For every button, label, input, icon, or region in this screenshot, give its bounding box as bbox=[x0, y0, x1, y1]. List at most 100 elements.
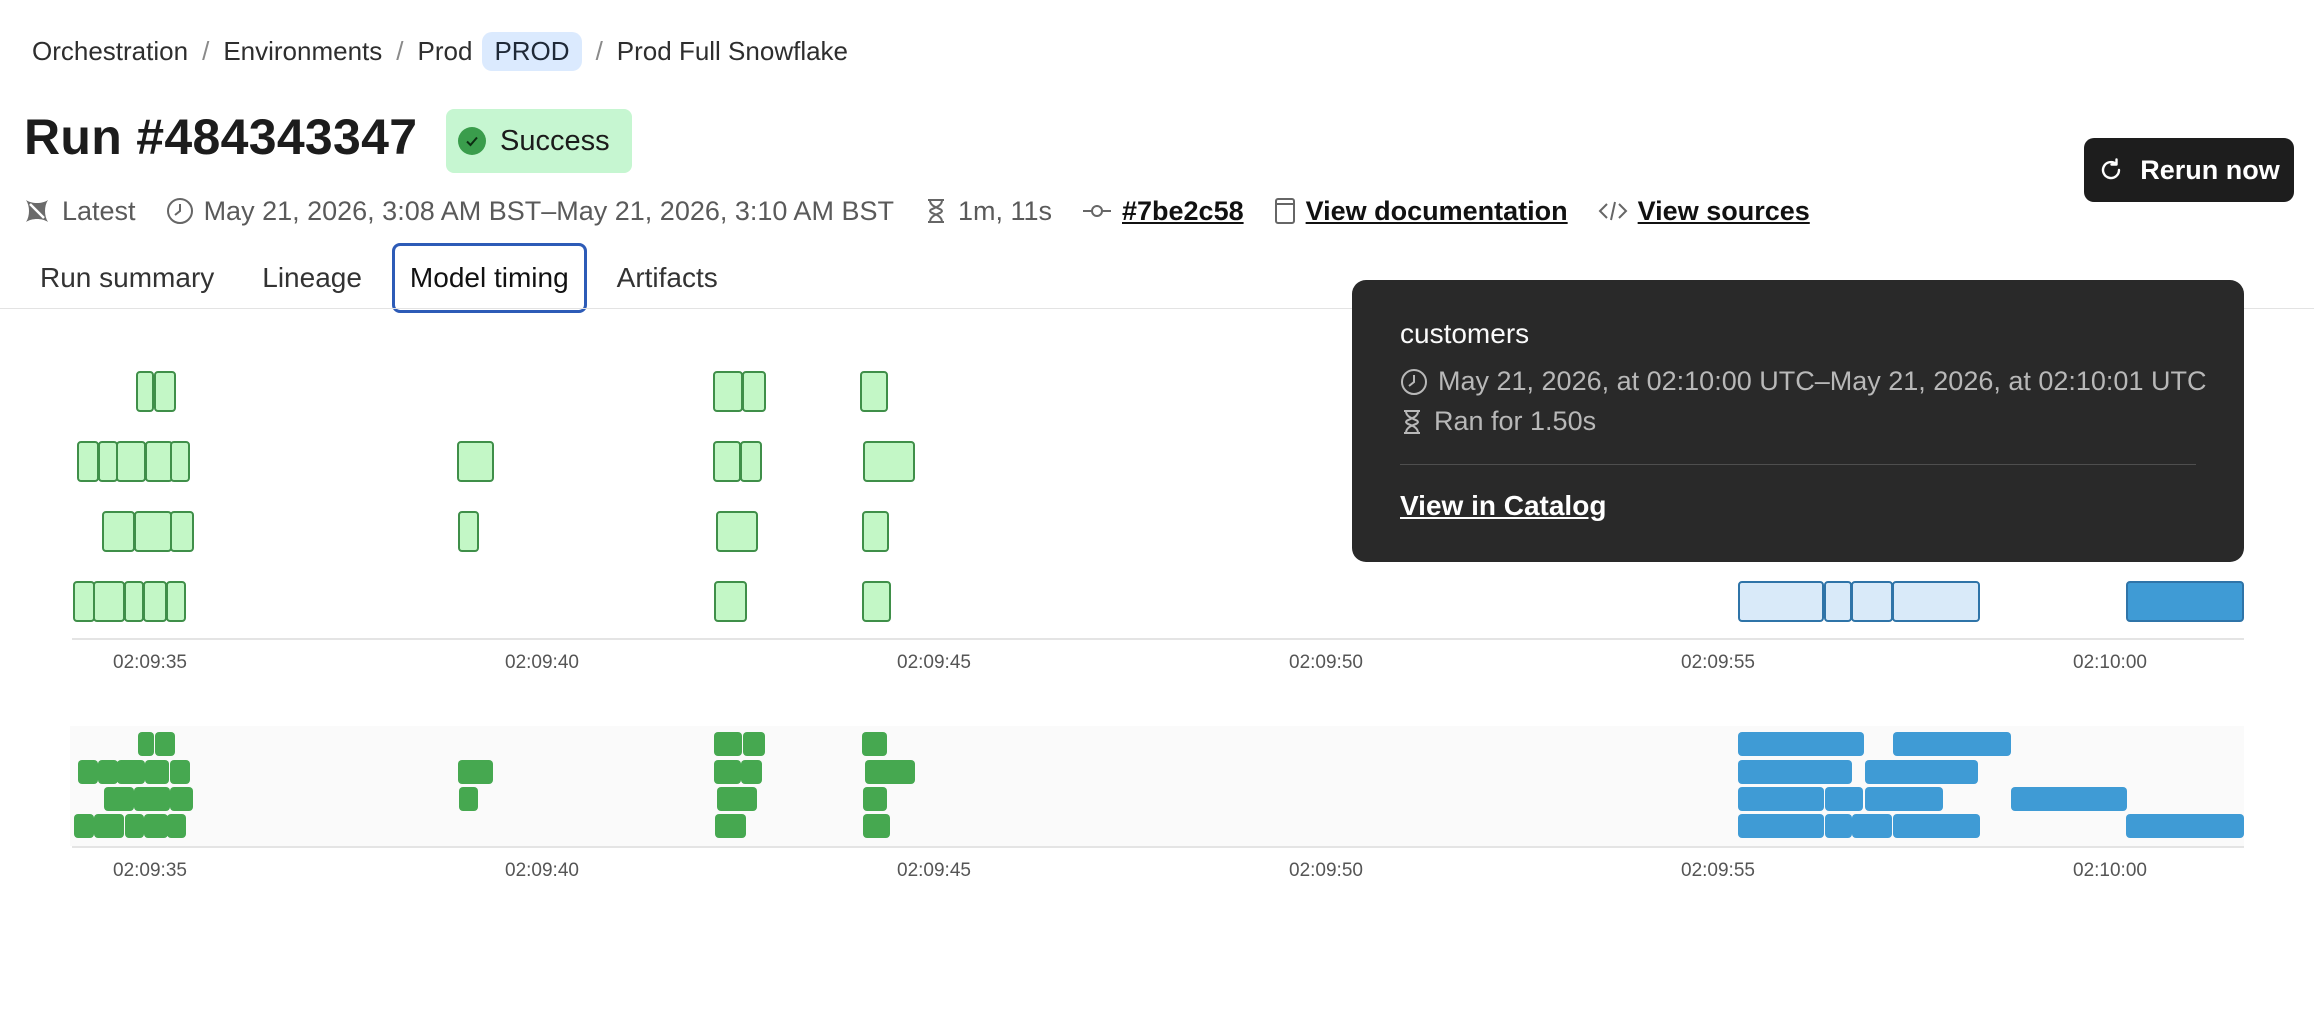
model-bar[interactable] bbox=[862, 581, 891, 622]
model-bar[interactable] bbox=[860, 371, 888, 412]
model-bar[interactable] bbox=[143, 581, 167, 622]
model-bar[interactable] bbox=[863, 441, 915, 482]
overview-bar bbox=[717, 787, 757, 811]
overview-bar bbox=[863, 787, 887, 811]
model-bar[interactable] bbox=[166, 581, 186, 622]
model-bar[interactable] bbox=[134, 511, 172, 552]
tooltip-duration: Ran for 1.50s bbox=[1400, 406, 1596, 437]
view-in-catalog-link[interactable]: View in Catalog bbox=[1400, 490, 1606, 522]
tooltip-duration-text: Ran for 1.50s bbox=[1434, 406, 1597, 436]
overview-bar bbox=[74, 814, 94, 838]
rerun-label: Rerun now bbox=[2140, 154, 2280, 185]
overview-bar bbox=[743, 732, 765, 756]
clock-icon bbox=[1401, 368, 1427, 395]
status-text: Success bbox=[500, 124, 610, 157]
axis-tick-label: 02:09:35 bbox=[113, 652, 187, 673]
overview-bar bbox=[714, 732, 742, 756]
axis-tick-label: 02:09:40 bbox=[505, 860, 579, 881]
axis-tick-label: 02:10:00 bbox=[2073, 860, 2147, 881]
breadcrumb-separator: / bbox=[396, 35, 404, 66]
overview-bar bbox=[104, 787, 134, 811]
model-bar[interactable] bbox=[714, 581, 747, 622]
overview-bar bbox=[1865, 760, 1978, 784]
overview-bar bbox=[865, 760, 915, 784]
breadcrumb-separator: / bbox=[595, 35, 603, 66]
version-item: Latest bbox=[22, 196, 136, 227]
model-bar[interactable] bbox=[713, 441, 741, 482]
overview-bar bbox=[170, 760, 190, 784]
model-bar[interactable] bbox=[154, 371, 176, 412]
clock-icon bbox=[166, 198, 193, 224]
tab-lineage[interactable]: Lineage bbox=[244, 246, 380, 310]
tab-model-timing[interactable]: Model timing bbox=[391, 243, 587, 313]
commit-icon bbox=[1083, 205, 1111, 217]
duration-item: 1m, 11s bbox=[924, 196, 1052, 227]
model-bar[interactable] bbox=[716, 511, 758, 552]
model-bar[interactable] bbox=[102, 511, 135, 552]
view-sources-link[interactable]: View sources bbox=[1638, 196, 1810, 227]
overview-bar bbox=[125, 814, 144, 838]
overview-bar bbox=[741, 760, 762, 784]
tab-run-summary[interactable]: Run summary bbox=[22, 246, 232, 310]
commit-link[interactable]: #7be2c58 bbox=[1122, 196, 1244, 227]
axis-tick-label: 02:10:00 bbox=[2073, 652, 2147, 673]
model-bar[interactable] bbox=[457, 441, 494, 482]
check-circle-icon bbox=[458, 127, 486, 155]
model-bar[interactable] bbox=[170, 441, 190, 482]
model-bar[interactable] bbox=[136, 371, 154, 412]
axis-tick-label: 02:09:40 bbox=[505, 652, 579, 673]
model-bar[interactable] bbox=[862, 511, 889, 552]
tooltip-time-range: May 21, 2026, at 02:10:00 UTC–May 21, 20… bbox=[1438, 366, 2207, 396]
breadcrumb-prod[interactable]: Prod bbox=[418, 36, 473, 67]
model-bar[interactable] bbox=[740, 441, 762, 482]
hourglass-icon bbox=[927, 199, 944, 223]
time-range: May 21, 2026, 3:08 AM BST–May 21, 2026, … bbox=[203, 195, 894, 226]
hourglass-icon bbox=[1404, 409, 1420, 434]
model-bar[interactable] bbox=[458, 511, 479, 552]
tooltip-time: May 21, 2026, at 02:10:00 UTC–May 21, 20… bbox=[1400, 366, 2206, 397]
breadcrumb-orchestration[interactable]: Orchestration bbox=[32, 36, 188, 67]
model-bar[interactable] bbox=[713, 371, 743, 412]
overview-bar bbox=[1852, 814, 1892, 838]
overview-bar bbox=[144, 814, 168, 838]
model-bar[interactable] bbox=[98, 441, 118, 482]
docs-item: View documentation bbox=[1274, 196, 1568, 227]
breadcrumb-separator: / bbox=[202, 35, 210, 66]
overview-bar bbox=[145, 760, 169, 784]
view-documentation-link[interactable]: View documentation bbox=[1306, 196, 1568, 227]
model-bar[interactable] bbox=[1824, 581, 1852, 622]
overview-bar bbox=[1893, 732, 2011, 756]
model-bar-selected[interactable] bbox=[2126, 581, 2244, 622]
model-bar[interactable] bbox=[116, 441, 146, 482]
model-bar[interactable] bbox=[1892, 581, 1980, 622]
model-bar[interactable] bbox=[1738, 581, 1824, 622]
overview-bar bbox=[1738, 732, 1864, 756]
status-badge: Success bbox=[446, 109, 632, 173]
model-bar[interactable] bbox=[124, 581, 144, 622]
axis-tick-label: 02:09:35 bbox=[113, 860, 187, 881]
breadcrumb-environments[interactable]: Environments bbox=[223, 36, 382, 67]
model-bar[interactable] bbox=[93, 581, 125, 622]
overview-bar bbox=[862, 732, 887, 756]
time-item: May 21, 2026, 3:08 AM BST–May 21, 2026, … bbox=[166, 196, 894, 227]
model-tooltip: customers May 21, 2026, at 02:10:00 UTC–… bbox=[1352, 280, 2244, 562]
tooltip-title: customers bbox=[1400, 318, 1530, 349]
axis-tick-label: 02:09:55 bbox=[1681, 652, 1755, 673]
tab-artifacts[interactable]: Artifacts bbox=[599, 246, 736, 310]
overview-bar bbox=[1865, 787, 1943, 811]
model-bar[interactable] bbox=[77, 441, 99, 482]
env-badge: PROD bbox=[482, 31, 582, 71]
overview-bar bbox=[1893, 814, 1980, 838]
overview-bar bbox=[117, 760, 145, 784]
model-bar[interactable] bbox=[73, 581, 95, 622]
overview-bar bbox=[2126, 814, 2244, 838]
overview-bar bbox=[863, 814, 890, 838]
rerun-button[interactable]: Rerun now bbox=[2084, 138, 2294, 202]
overview-bar bbox=[2011, 787, 2127, 811]
model-bar[interactable] bbox=[145, 441, 173, 482]
overview-bar bbox=[1738, 814, 1824, 838]
model-bar[interactable] bbox=[742, 371, 766, 412]
model-bar[interactable] bbox=[170, 511, 194, 552]
model-bar[interactable] bbox=[1851, 581, 1893, 622]
overview-bar bbox=[138, 732, 154, 756]
